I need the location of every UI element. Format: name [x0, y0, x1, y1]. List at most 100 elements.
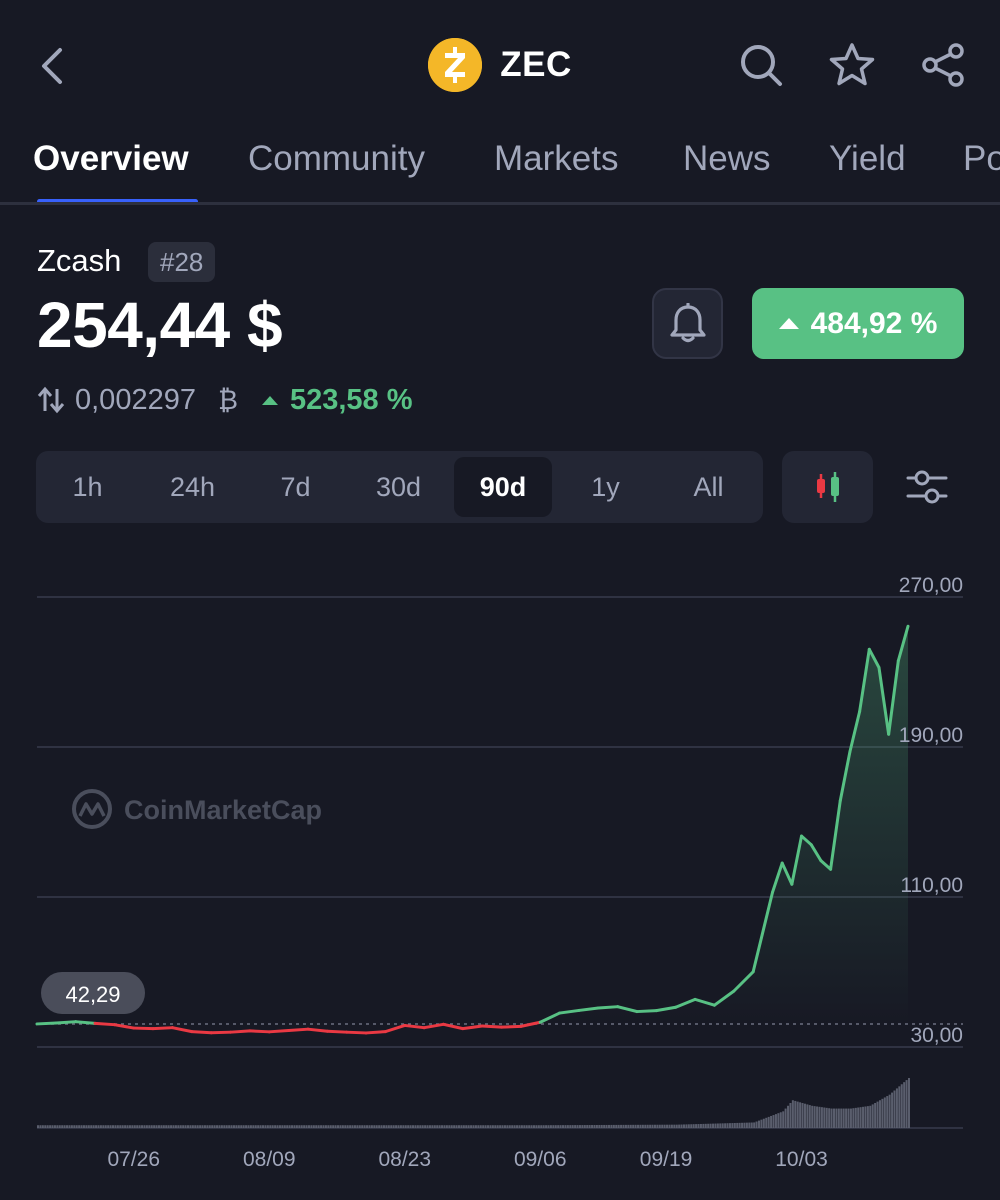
volume-bar	[213, 1125, 216, 1128]
chart-settings-button[interactable]	[900, 462, 954, 512]
price-chart[interactable]: CoinMarketCap 270,00 190,00 110,00 30,00 42,…	[0, 560, 1000, 1200]
volume-bar	[603, 1124, 606, 1128]
up-triangle-icon	[778, 318, 799, 329]
volume-bar	[741, 1122, 744, 1128]
tab-community[interactable]: Community	[248, 139, 425, 179]
price-line-segment	[229, 1029, 252, 1034]
volume-bar	[141, 1125, 144, 1128]
search-icon	[741, 45, 782, 86]
price-line-segment	[93, 1021, 116, 1027]
volume-bar	[73, 1125, 76, 1128]
volume-bar	[211, 1125, 214, 1128]
volume-bar	[460, 1125, 463, 1128]
volume-bar	[44, 1125, 47, 1128]
search-button[interactable]	[736, 40, 786, 90]
volume-bar	[808, 1105, 811, 1128]
volume-bar	[382, 1125, 385, 1128]
volume-bar	[448, 1125, 451, 1128]
volume-bar	[49, 1125, 52, 1128]
volume-bar	[733, 1123, 736, 1128]
volume-bar	[462, 1125, 465, 1128]
volume-bar	[697, 1124, 700, 1128]
share-button[interactable]	[918, 40, 968, 90]
range-1h[interactable]: 1h	[36, 457, 139, 517]
watchlist-button[interactable]	[827, 40, 877, 90]
volume-bar	[278, 1125, 281, 1128]
time-range-selector: 1h 24h 7d 30d 90d 1y All	[36, 451, 763, 523]
volume-bar	[58, 1125, 61, 1128]
top-bar: ZEC	[0, 0, 1000, 125]
volume-bar	[82, 1125, 85, 1128]
volume-bar	[121, 1125, 124, 1128]
volume-bar	[426, 1125, 429, 1128]
range-all[interactable]: All	[657, 457, 760, 517]
volume-bar	[888, 1094, 891, 1128]
range-7d[interactable]: 7d	[244, 457, 347, 517]
volume-bar	[56, 1125, 59, 1128]
volume-bar	[690, 1124, 693, 1128]
volume-bar	[670, 1124, 673, 1128]
volume-bar	[157, 1125, 160, 1128]
volume-bar	[416, 1125, 419, 1128]
volume-bar	[353, 1125, 356, 1128]
volume-bar	[465, 1125, 468, 1128]
volume-bar	[651, 1124, 654, 1128]
volume-bar	[174, 1125, 177, 1128]
volume-bar	[823, 1107, 826, 1128]
range-90d[interactable]: 90d	[454, 457, 552, 517]
volume-bar	[799, 1102, 802, 1128]
tab-markets[interactable]: Markets	[494, 139, 618, 179]
volume-bar	[574, 1125, 577, 1128]
volume-bar	[832, 1108, 835, 1128]
volume-bar	[262, 1125, 265, 1128]
volume-bar	[818, 1106, 821, 1128]
volume-bar	[245, 1125, 248, 1128]
volume-bar	[80, 1125, 83, 1128]
volume-bar	[358, 1125, 361, 1128]
volume-bar	[658, 1124, 661, 1128]
price-alert-button[interactable]	[652, 288, 723, 359]
range-30d[interactable]: 30d	[347, 457, 450, 517]
volume-bar	[310, 1125, 313, 1128]
tab-news[interactable]: News	[683, 139, 771, 179]
volume-bar	[276, 1125, 279, 1128]
volume-bar	[407, 1125, 410, 1128]
x-tick-label: 09/19	[640, 1148, 693, 1171]
volume-bar	[378, 1125, 381, 1128]
volume-bar	[433, 1125, 436, 1128]
volume-bar	[869, 1105, 872, 1128]
swap-arrows-icon[interactable]	[37, 386, 65, 414]
tab-yield[interactable]: Yield	[829, 139, 906, 179]
y-tick-label: 30,00	[910, 1024, 963, 1047]
volume-bar	[789, 1103, 792, 1128]
back-button[interactable]	[32, 42, 72, 90]
volume-bar	[165, 1125, 168, 1128]
volume-bar	[344, 1125, 347, 1128]
range-24h[interactable]: 24h	[141, 457, 244, 517]
up-triangle-icon	[261, 395, 278, 405]
volume-bar	[702, 1123, 705, 1128]
volume-bar	[126, 1125, 129, 1128]
price-line-segment	[345, 1030, 368, 1035]
candlestick-toggle-button[interactable]	[782, 451, 873, 523]
range-1y[interactable]: 1y	[554, 457, 657, 517]
volume-bar	[562, 1125, 565, 1128]
volume-bar	[605, 1124, 608, 1128]
volume-bar	[581, 1125, 584, 1128]
zcash-logo-icon	[428, 38, 483, 92]
volume-bar	[757, 1120, 760, 1128]
volume-bar	[95, 1125, 98, 1128]
price-line-segment	[500, 1024, 523, 1029]
volume-bar	[639, 1124, 642, 1128]
volume-bar	[721, 1123, 724, 1128]
tab-portfolio[interactable]: Portfolio	[963, 139, 1000, 179]
tab-overview[interactable]: Overview	[33, 139, 189, 179]
volume-bar	[849, 1108, 852, 1128]
volume-bar	[363, 1125, 366, 1128]
volume-bar	[97, 1125, 100, 1128]
volume-bar	[109, 1125, 112, 1128]
volume-bar	[830, 1108, 833, 1128]
volume-bar	[632, 1124, 635, 1128]
volume-bar	[874, 1103, 877, 1128]
volume-bar	[116, 1125, 119, 1128]
